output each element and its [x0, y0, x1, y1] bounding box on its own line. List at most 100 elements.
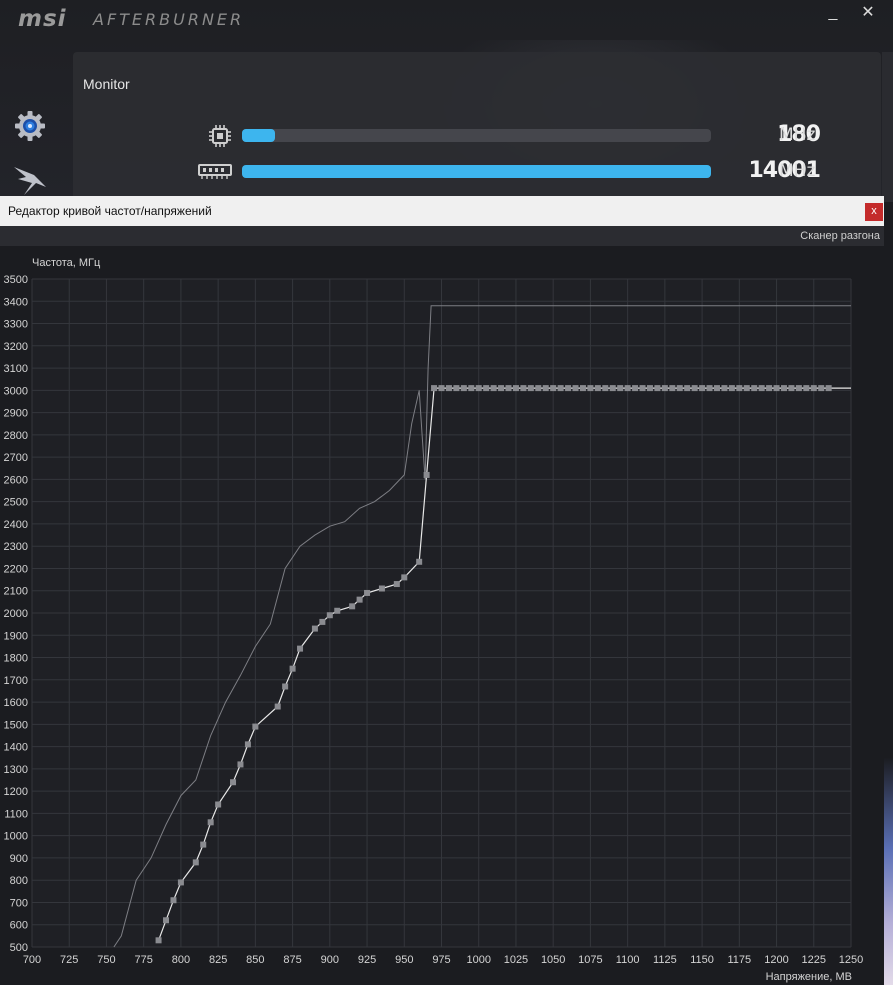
curve-point[interactable] — [609, 385, 616, 392]
curve-point[interactable] — [505, 385, 512, 392]
curve-point[interactable] — [215, 801, 222, 808]
curve-point[interactable] — [758, 385, 765, 392]
curve-point[interactable] — [319, 618, 326, 625]
curve-point[interactable] — [177, 879, 184, 886]
curve-point[interactable] — [475, 385, 482, 392]
curve-point[interactable] — [691, 385, 698, 392]
x-tick-label: 725 — [60, 954, 78, 966]
curve-point[interactable] — [498, 385, 505, 392]
curve-point[interactable] — [289, 665, 296, 672]
curve-point[interactable] — [483, 385, 490, 392]
curve-point[interactable] — [297, 645, 304, 652]
curve-point[interactable] — [230, 779, 237, 786]
curve-point[interactable] — [654, 385, 661, 392]
app-name: AFTERBURNER — [93, 10, 245, 29]
curve-point[interactable] — [632, 385, 639, 392]
desktop-background-edge — [884, 226, 893, 985]
curve-point[interactable] — [378, 585, 385, 592]
curve-point[interactable] — [453, 385, 460, 392]
curve-point[interactable] — [527, 385, 534, 392]
curve-point[interactable] — [423, 471, 430, 478]
curve-point[interactable] — [244, 741, 251, 748]
curve-point[interactable] — [699, 385, 706, 392]
curve-point[interactable] — [237, 761, 244, 768]
curve-point[interactable] — [542, 385, 549, 392]
curve-point[interactable] — [535, 385, 542, 392]
curve-point[interactable] — [766, 385, 773, 392]
editor-title-bar[interactable]: Редактор кривой частот/напряжений x — [0, 196, 884, 226]
x-tick-label: 1225 — [802, 954, 826, 966]
sidebar-item-oc-scanner[interactable] — [12, 165, 48, 197]
curve-point[interactable] — [587, 385, 594, 392]
curve-point[interactable] — [252, 723, 259, 730]
curve-point[interactable] — [326, 612, 333, 619]
curve-point[interactable] — [520, 385, 527, 392]
curve-point[interactable] — [401, 574, 408, 581]
curve-point[interactable] — [490, 385, 497, 392]
curve-point[interactable] — [795, 385, 802, 392]
curve-point[interactable] — [460, 385, 467, 392]
curve-point[interactable] — [572, 385, 579, 392]
curve-point[interactable] — [163, 917, 170, 924]
curve-point[interactable] — [512, 385, 519, 392]
curve-point[interactable] — [661, 385, 668, 392]
curve-point[interactable] — [624, 385, 631, 392]
editor-title: Редактор кривой частот/напряжений — [8, 204, 212, 218]
curve-point[interactable] — [706, 385, 713, 392]
curve-point[interactable] — [170, 897, 177, 904]
curve-point[interactable] — [617, 385, 624, 392]
curve-point[interactable] — [803, 385, 810, 392]
curve-point[interactable] — [684, 385, 691, 392]
gear-icon — [15, 111, 45, 141]
curve-point[interactable] — [311, 625, 318, 632]
curve-point[interactable] — [192, 859, 199, 866]
curve-point[interactable] — [669, 385, 676, 392]
curve-point[interactable] — [334, 607, 341, 614]
curve-point[interactable] — [825, 385, 832, 392]
curve-point[interactable] — [773, 385, 780, 392]
curve-point[interactable] — [646, 385, 653, 392]
curve-point[interactable] — [743, 385, 750, 392]
curve-point[interactable] — [393, 581, 400, 588]
curve-point[interactable] — [594, 385, 601, 392]
curve-point[interactable] — [736, 385, 743, 392]
oc-scanner-button[interactable]: Сканер разгона — [800, 230, 880, 242]
curve-point[interactable] — [818, 385, 825, 392]
curve-point[interactable] — [565, 385, 572, 392]
voltage-frequency-chart[interactable]: 700 725 750 775 800 825 850 875 900 925 950 975 1000… — [0, 246, 884, 985]
x-tick-label: 875 — [283, 954, 301, 966]
curve-point[interactable] — [274, 703, 281, 710]
curve-point[interactable] — [713, 385, 720, 392]
curve-point[interactable] — [468, 385, 475, 392]
x-tick-label: 800 — [172, 954, 190, 966]
sidebar-item-settings[interactable] — [14, 110, 46, 142]
curve-point[interactable] — [751, 385, 758, 392]
curve-point[interactable] — [438, 385, 445, 392]
curve-point[interactable] — [728, 385, 735, 392]
curve-point[interactable] — [780, 385, 787, 392]
curve-point[interactable] — [356, 596, 363, 603]
minimize-button[interactable]: _ — [818, 2, 848, 24]
curve-point[interactable] — [207, 819, 214, 826]
curve-point[interactable] — [550, 385, 557, 392]
curve-point[interactable] — [721, 385, 728, 392]
close-button[interactable]: ✕ — [853, 2, 883, 24]
curve-point[interactable] — [579, 385, 586, 392]
curve-point[interactable] — [676, 385, 683, 392]
curve-point[interactable] — [155, 937, 162, 944]
curve-point[interactable] — [282, 683, 289, 690]
curve-point[interactable] — [364, 589, 371, 596]
y-tick-label: 2400 — [4, 519, 28, 531]
curve-point[interactable] — [788, 385, 795, 392]
x-tick-label: 1075 — [578, 954, 602, 966]
curve-point[interactable] — [445, 385, 452, 392]
curve-point[interactable] — [431, 385, 438, 392]
curve-point[interactable] — [557, 385, 564, 392]
curve-point[interactable] — [416, 558, 423, 565]
curve-point[interactable] — [200, 841, 207, 848]
curve-point[interactable] — [349, 603, 356, 610]
curve-point[interactable] — [602, 385, 609, 392]
curve-point[interactable] — [810, 385, 817, 392]
editor-close-button[interactable]: x — [865, 203, 883, 221]
curve-point[interactable] — [639, 385, 646, 392]
